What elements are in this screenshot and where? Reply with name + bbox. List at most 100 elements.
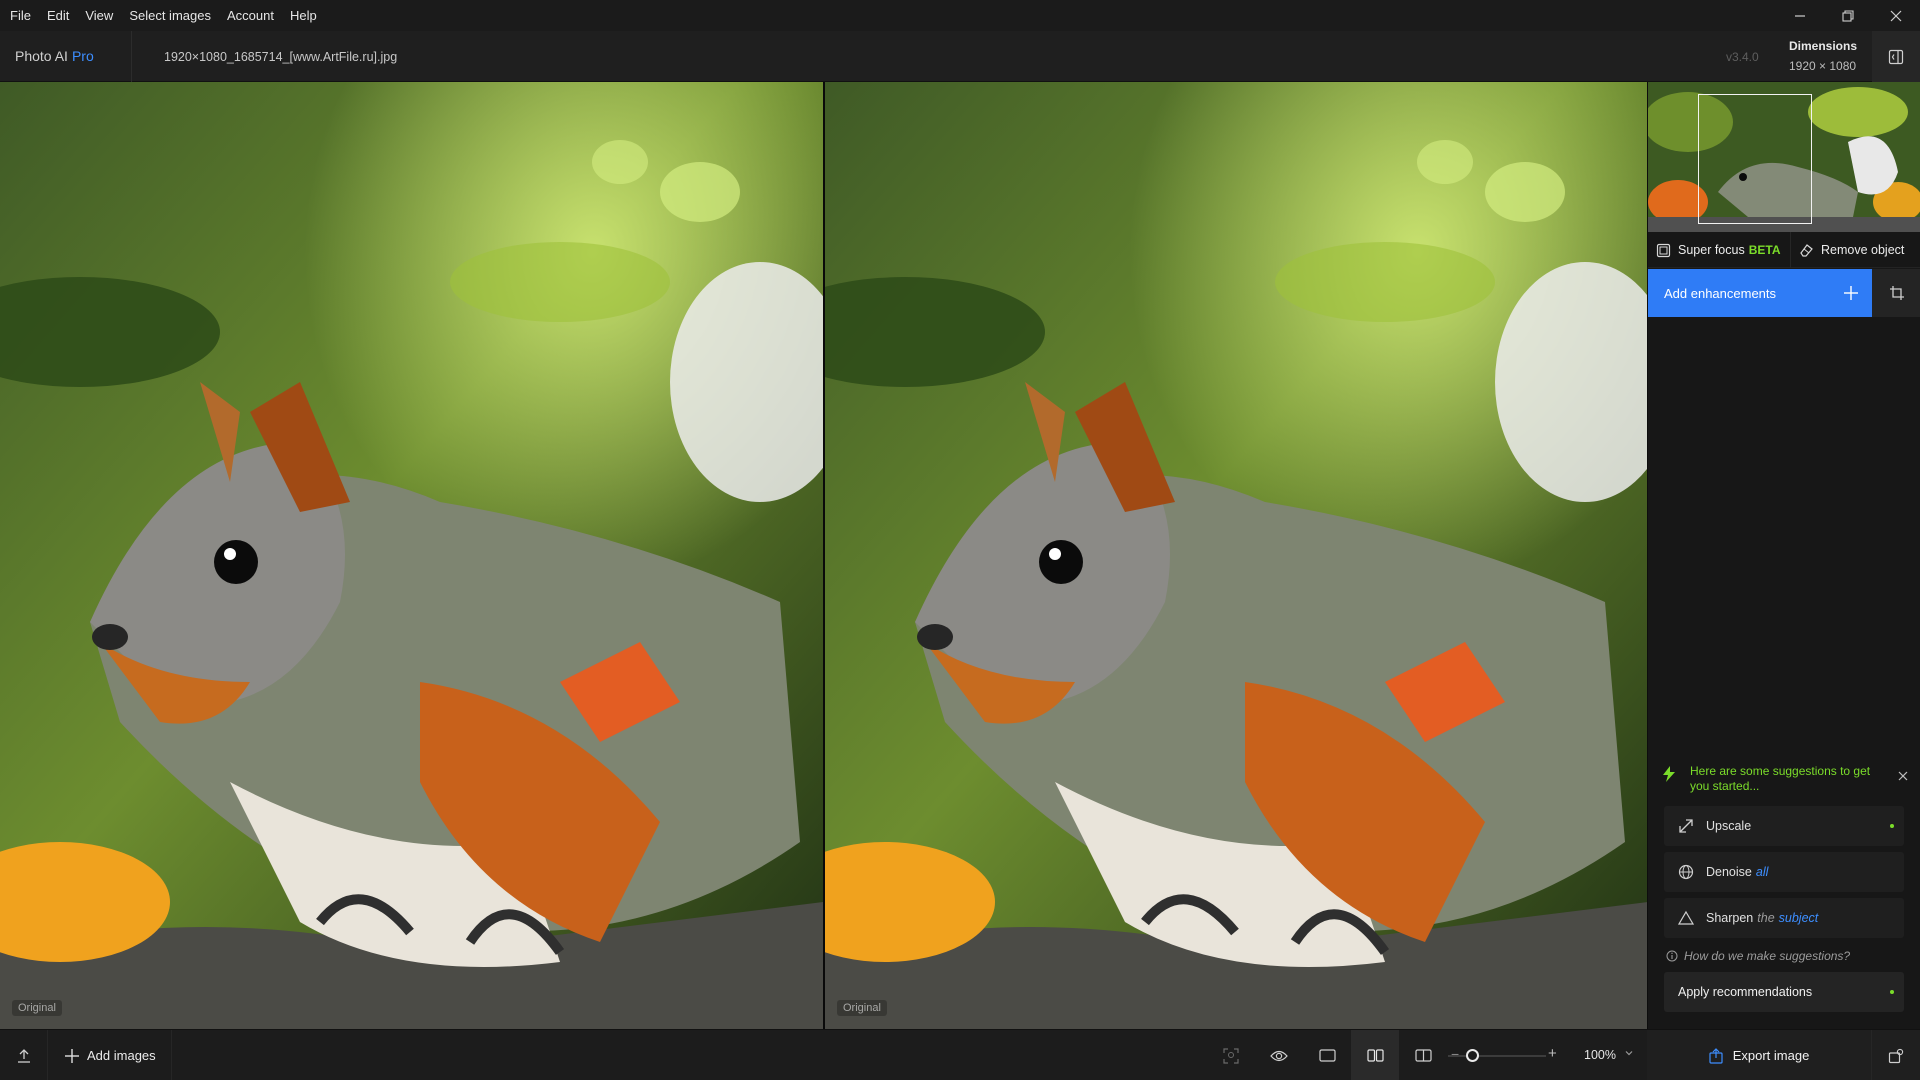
side-by-side-view-button[interactable] xyxy=(1351,1030,1399,1080)
dimensions-title: Dimensions xyxy=(1789,39,1858,53)
crop-button[interactable] xyxy=(1872,269,1920,317)
export-bar: Export image xyxy=(1647,1029,1920,1080)
close-icon xyxy=(1890,10,1902,21)
menu-file[interactable]: File xyxy=(0,0,39,31)
suggestion-target: all xyxy=(1755,865,1769,879)
close-suggestions-button[interactable] xyxy=(1898,768,1908,786)
suggestion-denoise[interactable]: Denoise all xyxy=(1664,852,1904,892)
squirrel-image-right xyxy=(825,82,1647,1029)
side-by-side-icon xyxy=(1366,1049,1384,1062)
suggestion-qualifier: the xyxy=(1757,911,1775,925)
sharpen-triangle-icon xyxy=(1678,910,1694,925)
eraser-icon xyxy=(1800,243,1813,257)
add-enhancements-label: Add enhancements xyxy=(1664,285,1777,301)
suggestion-label: Upscale xyxy=(1706,819,1752,833)
apply-recommendations-button[interactable]: Apply recommendations xyxy=(1664,972,1904,1012)
upscale-arrow-icon xyxy=(1679,819,1693,833)
enhancement-panel: Super focus BETA Remove object Add enhanc… xyxy=(1647,82,1920,1029)
how-suggestions-link[interactable]: How do we make suggestions? xyxy=(1666,949,1850,963)
pane-label-left: Original xyxy=(12,1000,62,1016)
single-view-icon xyxy=(1318,1049,1336,1062)
export-icon xyxy=(1709,1047,1723,1064)
preview-left[interactable]: Original xyxy=(0,82,823,1029)
app-name-label: Photo AI xyxy=(15,48,68,64)
eye-icon xyxy=(1270,1050,1288,1061)
status-dot xyxy=(1890,824,1894,828)
suggestion-sharpen[interactable]: Sharpen the subject xyxy=(1664,898,1904,938)
super-focus-button[interactable]: Super focus BETA xyxy=(1648,232,1791,268)
export-settings-icon xyxy=(1888,1048,1904,1063)
focus-frame-icon xyxy=(1656,243,1671,257)
split-view-button[interactable] xyxy=(1399,1030,1447,1080)
beta-badge: BETA xyxy=(1748,243,1781,257)
menu-edit[interactable]: Edit xyxy=(39,0,77,31)
suggestion-upscale[interactable]: Upscale xyxy=(1664,806,1904,846)
face-frame-icon xyxy=(1223,1047,1239,1064)
suggestion-target: subject xyxy=(1778,911,1819,925)
pane-label-right: Original xyxy=(837,1000,887,1016)
remove-object-label: Remove object xyxy=(1821,243,1905,257)
zoom-out-button[interactable]: − xyxy=(1451,1046,1459,1062)
menu-help[interactable]: Help xyxy=(282,0,325,31)
panel-toggle-button[interactable] xyxy=(1872,31,1920,82)
tools-row: Super focus BETA Remove object xyxy=(1648,232,1920,268)
plus-icon xyxy=(65,1048,79,1063)
zoom-slider-handle[interactable] xyxy=(1466,1049,1479,1062)
export-settings-button[interactable] xyxy=(1871,1030,1920,1080)
file-name: 1920×1080_1685714_[www.ArtFile.ru].jpg xyxy=(164,50,398,64)
enhancements-row: Add enhancements xyxy=(1648,269,1920,317)
restore-button[interactable] xyxy=(1824,0,1872,31)
status-dot xyxy=(1890,990,1894,994)
sidebar-toggle-icon xyxy=(1888,49,1904,64)
suggestion-label: Denoise xyxy=(1706,865,1752,879)
window-controls xyxy=(1776,0,1920,31)
dimensions-value: 1920 × 1080 xyxy=(1789,59,1857,73)
app-tier-label: Pro xyxy=(71,48,94,64)
menu-bar: File Edit View Select images Account Hel… xyxy=(0,0,1920,31)
menu-view[interactable]: View xyxy=(77,0,121,31)
zoom-slider[interactable] xyxy=(1448,1049,1546,1062)
chevron-down-icon[interactable] xyxy=(1624,1048,1634,1058)
restore-icon xyxy=(1842,9,1854,22)
upload-button[interactable] xyxy=(0,1030,48,1080)
menu-select-images[interactable]: Select images xyxy=(121,0,219,31)
image-canvas[interactable]: Original Original xyxy=(0,82,1647,1029)
navigator-thumbnail[interactable] xyxy=(1648,82,1920,232)
add-images-button[interactable]: Add images xyxy=(49,1030,172,1080)
suggestions-heading: Here are some suggestions to get you sta… xyxy=(1690,764,1871,793)
bottom-toolbar: Add images − + 100% xyxy=(0,1029,1647,1080)
zoom-level-select[interactable]: 100% xyxy=(1584,1048,1616,1062)
preview-toggle-button[interactable] xyxy=(1255,1030,1303,1080)
preview-right[interactable]: Original xyxy=(825,82,1647,1029)
denoise-globe-icon xyxy=(1678,864,1694,880)
export-image-button[interactable]: Export image xyxy=(1647,1030,1871,1080)
close-button[interactable] xyxy=(1872,0,1920,31)
squirrel-image-left xyxy=(0,82,823,1029)
face-detect-button[interactable] xyxy=(1207,1030,1255,1080)
title-divider xyxy=(131,31,132,82)
crop-icon xyxy=(1889,286,1904,300)
add-images-label: Add images xyxy=(87,1048,156,1063)
minimize-icon xyxy=(1795,14,1805,17)
upload-icon xyxy=(17,1048,30,1063)
add-enhancements-button[interactable]: Add enhancements xyxy=(1648,269,1872,317)
plus-icon xyxy=(1844,286,1858,300)
remove-object-button[interactable]: Remove object xyxy=(1791,232,1920,268)
close-icon xyxy=(1898,771,1908,781)
title-bar: Photo AI Pro 1920×1080_1685714_[www.ArtFi… xyxy=(0,31,1920,82)
how-link-label: How do we make suggestions? xyxy=(1684,949,1851,963)
single-view-button[interactable] xyxy=(1303,1030,1351,1080)
suggestion-label: Sharpen xyxy=(1706,911,1754,925)
lightning-icon xyxy=(1663,766,1675,782)
apply-label: Apply recommendations xyxy=(1678,985,1813,999)
app-name: Photo AI Pro xyxy=(15,48,94,64)
super-focus-label: Super focus xyxy=(1678,243,1745,257)
menu-account[interactable]: Account xyxy=(219,0,282,31)
split-view-icon xyxy=(1414,1049,1432,1062)
minimize-button[interactable] xyxy=(1776,0,1824,31)
viewport-indicator[interactable] xyxy=(1698,94,1812,224)
zoom-in-button[interactable]: + xyxy=(1548,1045,1557,1062)
version-label: v3.4.0 xyxy=(1726,50,1759,64)
export-label: Export image xyxy=(1732,1048,1810,1063)
info-icon xyxy=(1666,950,1678,962)
